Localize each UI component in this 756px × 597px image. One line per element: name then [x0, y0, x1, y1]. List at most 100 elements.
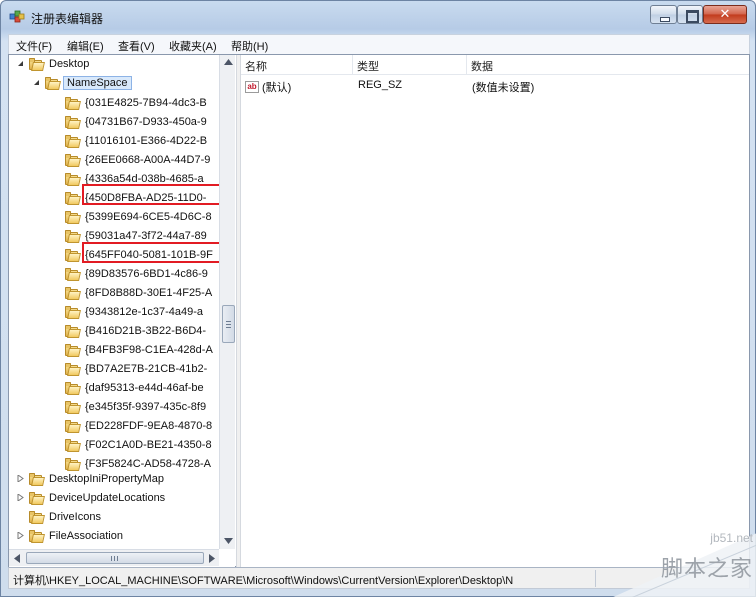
string-value-icon: ab: [245, 81, 259, 93]
scroll-right-icon[interactable]: [209, 554, 215, 563]
menu-file[interactable]: 文件(F): [16, 38, 52, 54]
registry-path: 计算机\HKEY_LOCAL_MACHINE\SOFTWARE\Microsof…: [13, 575, 514, 587]
tree-item-guid[interactable]: {F02C1A0D-BE21-4350-8: [9, 437, 219, 455]
tree-item-guid[interactable]: {5399E694-6CE5-4D6C-8: [9, 209, 219, 227]
menu-help[interactable]: 帮助(H): [231, 38, 268, 54]
folder-icon: [65, 287, 81, 300]
tree-item-key[interactable]: FileAssociation: [9, 528, 219, 546]
tree-item-label-selected: NameSpace: [63, 76, 132, 90]
tree-item-guid[interactable]: {26EE0668-A00A-44D7-9: [9, 152, 219, 170]
folder-icon: [29, 473, 45, 486]
tree-item-guid[interactable]: {ED228FDF-9EA8-4870-8: [9, 418, 219, 436]
close-button[interactable]: ✕: [703, 5, 747, 24]
menu-favorites[interactable]: 收藏夹(A): [169, 38, 217, 54]
minimize-button[interactable]: [650, 5, 677, 24]
folder-icon: [65, 420, 81, 433]
tree-vertical-scrollbar[interactable]: [219, 55, 235, 549]
tree-item-key[interactable]: DesktopIniPropertyMap: [9, 471, 219, 489]
collapse-arrow-icon[interactable]: [17, 60, 24, 67]
scroll-thumb[interactable]: [222, 305, 235, 343]
folder-icon: [65, 192, 81, 205]
tree-item-guid[interactable]: {B4FB3F98-C1EA-428d-A: [9, 342, 219, 360]
folder-icon: [65, 382, 81, 395]
status-separator: [595, 570, 596, 587]
tree-item-guid[interactable]: {e345f35f-9397-435c-8f9: [9, 399, 219, 417]
tree-item-label: FileAssociation: [49, 530, 123, 542]
tree-item-key[interactable]: DeviceUpdateLocations: [9, 490, 219, 508]
registry-tree[interactable]: Desktop NameSpace {031E4825-7B94-4dc3-B {…: [9, 55, 235, 567]
folder-icon: [45, 77, 61, 90]
tree-item-label: {B416D21B-3B22-B6D4-: [85, 325, 207, 337]
registry-editor-icon: [9, 10, 25, 23]
tree-item-label: {5399E694-6CE5-4D6C-8: [85, 211, 212, 223]
scroll-thumb-horizontal[interactable]: [26, 552, 204, 564]
tree-item-guid[interactable]: {9343812e-1c37-4a49-a: [9, 304, 219, 322]
watermark-name: 脚本之家: [660, 557, 753, 582]
tree-item-guid[interactable]: {11016101-E366-4D22-B: [9, 133, 219, 151]
tree-item-label: {11016101-E366-4D22-B: [85, 135, 208, 147]
folder-icon: [65, 325, 81, 338]
tree-item-desktop[interactable]: Desktop: [9, 56, 219, 74]
folder-icon: [65, 268, 81, 281]
expand-arrow-icon[interactable]: [17, 532, 24, 539]
tree-item-guid[interactable]: {B416D21B-3B22-B6D4-: [9, 323, 219, 341]
value-data: (数值未设置): [472, 82, 535, 94]
tree-item-label: {9343812e-1c37-4a49-a: [85, 306, 204, 318]
tree-item-label: DriveIcons: [49, 511, 101, 523]
tree-item-guid[interactable]: {031E4825-7B94-4dc3-B: [9, 95, 219, 113]
folder-icon: [65, 439, 81, 452]
window-title: 注册表编辑器: [31, 12, 104, 26]
tree-item-guid[interactable]: {BD7A2E7B-21CB-41b2-: [9, 361, 219, 379]
highlight-box: [82, 242, 222, 263]
menu-bar: 文件(F) 编辑(E) 查看(V) 收藏夹(A) 帮助(H): [8, 34, 750, 54]
folder-icon: [65, 249, 81, 262]
folder-icon: [29, 511, 45, 524]
folder-icon: [65, 154, 81, 167]
column-header-type[interactable]: 类型: [353, 55, 467, 75]
watermark: jb51.net 脚本之家: [601, 523, 756, 597]
tree-item-guid[interactable]: {daf95313-e44d-46af-be: [9, 380, 219, 398]
maximize-button[interactable]: [677, 5, 703, 24]
title-bar[interactable]: 注册表编辑器 ✕: [1, 1, 755, 31]
values-pane[interactable]: 名称 类型 数据 ab (默认) REG_SZ (数值未设置): [241, 55, 749, 567]
tree-item-label: {ED228FDF-9EA8-4870-8: [85, 420, 213, 432]
menu-view[interactable]: 查看(V): [118, 38, 155, 54]
tree-item-guid[interactable]: {89D83576-6BD1-4c86-9: [9, 266, 219, 284]
column-header-data[interactable]: 数据: [467, 55, 749, 75]
tree-item-label: {26EE0668-A00A-44D7-9: [85, 154, 211, 166]
menu-edit[interactable]: 编辑(E): [67, 38, 104, 54]
tree-item-guid[interactable]: {04731B67-D933-450a-9: [9, 114, 219, 132]
folder-icon: [65, 344, 81, 357]
tree-item-namespace[interactable]: NameSpace: [9, 75, 219, 93]
folder-icon: [65, 135, 81, 148]
scroll-up-icon[interactable]: [224, 59, 233, 65]
column-header-name[interactable]: 名称: [241, 55, 353, 75]
tree-horizontal-scrollbar[interactable]: [9, 549, 219, 566]
expand-arrow-icon[interactable]: [17, 475, 24, 482]
tree-item-label: {031E4825-7B94-4dc3-B: [85, 97, 207, 109]
tree-item-label: {B4FB3F98-C1EA-428d-A: [85, 344, 213, 356]
folder-icon: [65, 116, 81, 129]
folder-icon: [65, 97, 81, 110]
collapse-arrow-icon[interactable]: [33, 79, 40, 86]
folder-icon: [29, 530, 45, 543]
value-name: (默认): [262, 82, 292, 94]
tree-item-label: {F3F5824C-AD58-4728-A: [85, 458, 211, 470]
tree-item-key[interactable]: DriveIcons: [9, 509, 219, 527]
folder-icon: [65, 401, 81, 414]
scroll-down-icon[interactable]: [224, 538, 233, 544]
value-type: REG_SZ: [358, 79, 403, 91]
tree-item-label: {04731B67-D933-450a-9: [85, 116, 207, 128]
folder-icon: [65, 173, 81, 186]
folder-icon: [65, 211, 81, 224]
expand-arrow-icon[interactable]: [17, 494, 24, 501]
registry-editor-window: 注册表编辑器 ✕ 文件(F) 编辑(E) 查看(V) 收藏夹(A) 帮助(H) …: [0, 0, 756, 597]
scroll-left-icon[interactable]: [14, 554, 20, 563]
folder-icon: [65, 458, 81, 471]
tree-item-guid[interactable]: {8FD8B88D-30E1-4F25-A: [9, 285, 219, 303]
tree-item-label: {BD7A2E7B-21CB-41b2-: [85, 363, 208, 375]
tree-item-label: {8FD8B88D-30E1-4F25-A: [85, 287, 213, 299]
tree-item-label: {e345f35f-9397-435c-8f9: [85, 401, 207, 413]
tree-item-label: DesktopIniPropertyMap: [49, 473, 164, 485]
folder-icon: [65, 230, 81, 243]
